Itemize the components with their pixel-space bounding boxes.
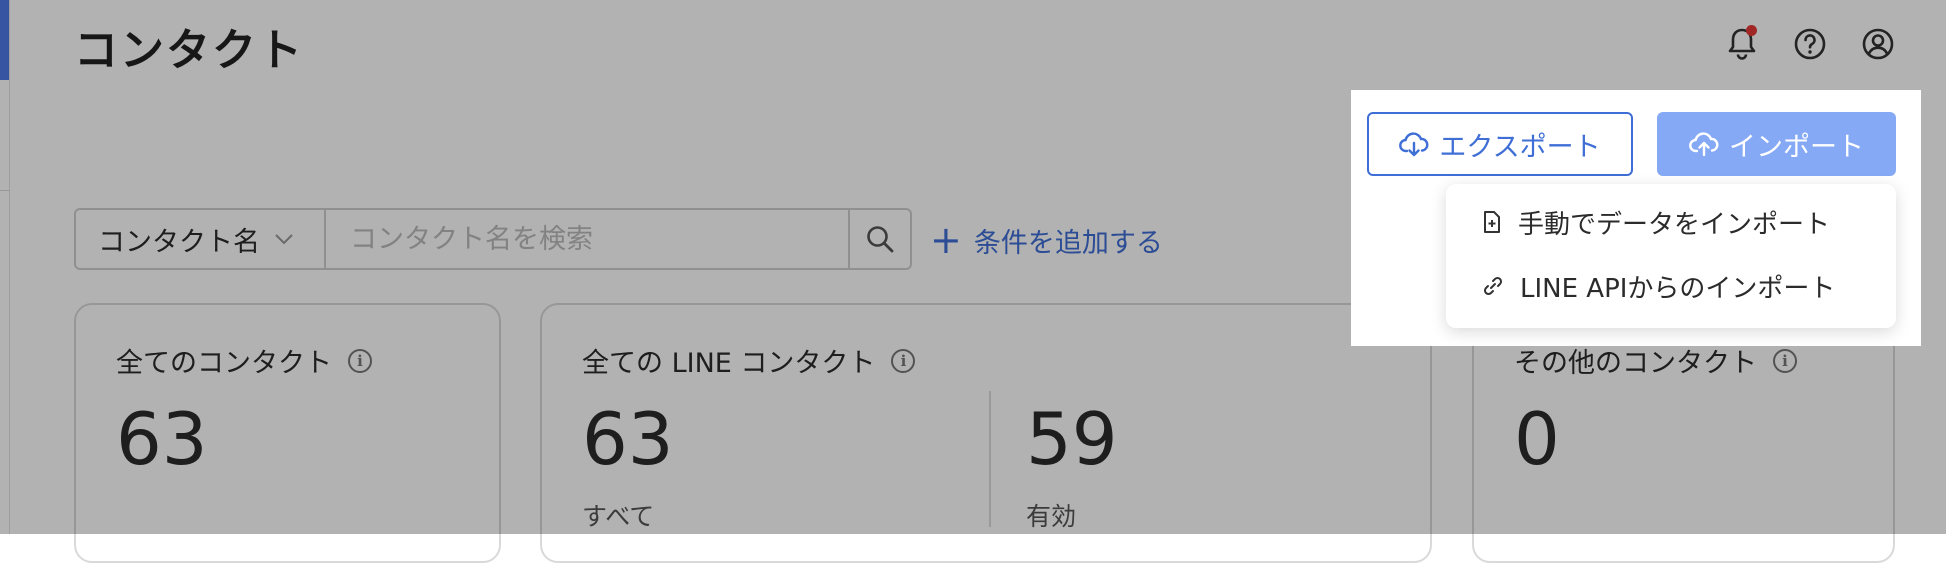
cloud-download-icon: [1399, 132, 1429, 157]
cloud-upload-icon: [1689, 132, 1719, 157]
import-button[interactable]: インポート: [1657, 112, 1896, 176]
import-label: インポート: [1729, 131, 1864, 163]
menu-item-label: LINE APIからのインポート: [1520, 273, 1836, 304]
menu-item-label: 手動でデータをインポート: [1518, 209, 1831, 240]
file-add-icon: [1484, 211, 1500, 233]
export-button[interactable]: エクスポート: [1367, 112, 1633, 176]
menu-item-manual-import[interactable]: 手動でデータをインポート: [1446, 192, 1896, 252]
import-dropdown-menu: 手動でデータをインポート LINE APIからのインポート: [1446, 184, 1896, 328]
link-icon: [1483, 276, 1503, 296]
menu-item-line-api-import[interactable]: LINE APIからのインポート: [1446, 256, 1896, 316]
export-label: エクスポート: [1439, 131, 1601, 163]
